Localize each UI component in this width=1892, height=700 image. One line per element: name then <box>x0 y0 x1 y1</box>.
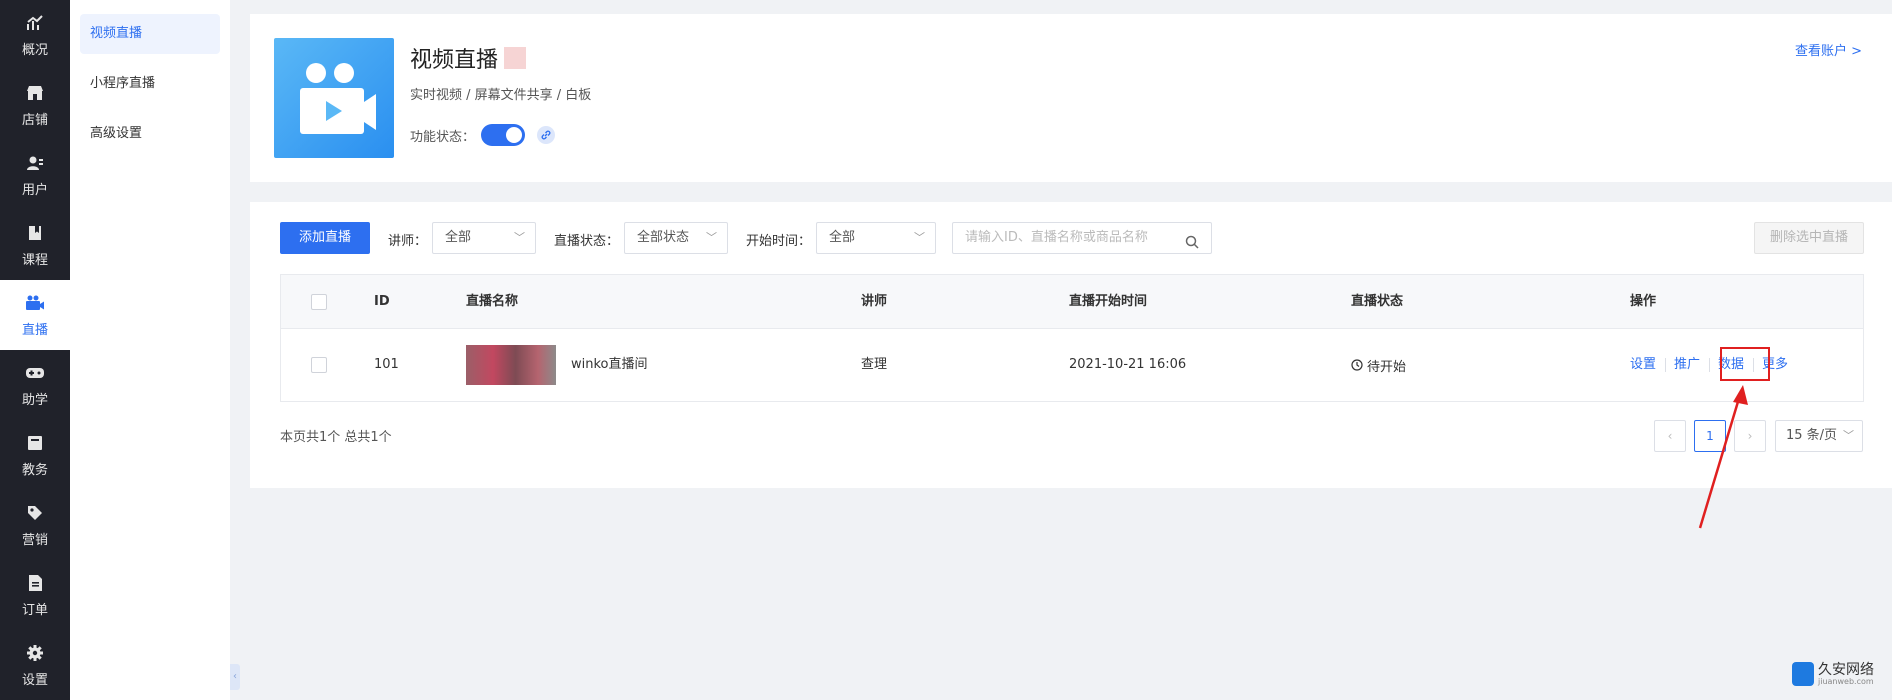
watermark-logo-icon <box>1792 662 1814 686</box>
watermark: 久安网络 jiuanweb.com <box>1792 662 1874 686</box>
watermark-text: 久安网络 <box>1818 661 1874 678</box>
watermark-url: jiuanweb.com <box>1818 676 1874 686</box>
annotation-arrow <box>1698 385 1748 529</box>
